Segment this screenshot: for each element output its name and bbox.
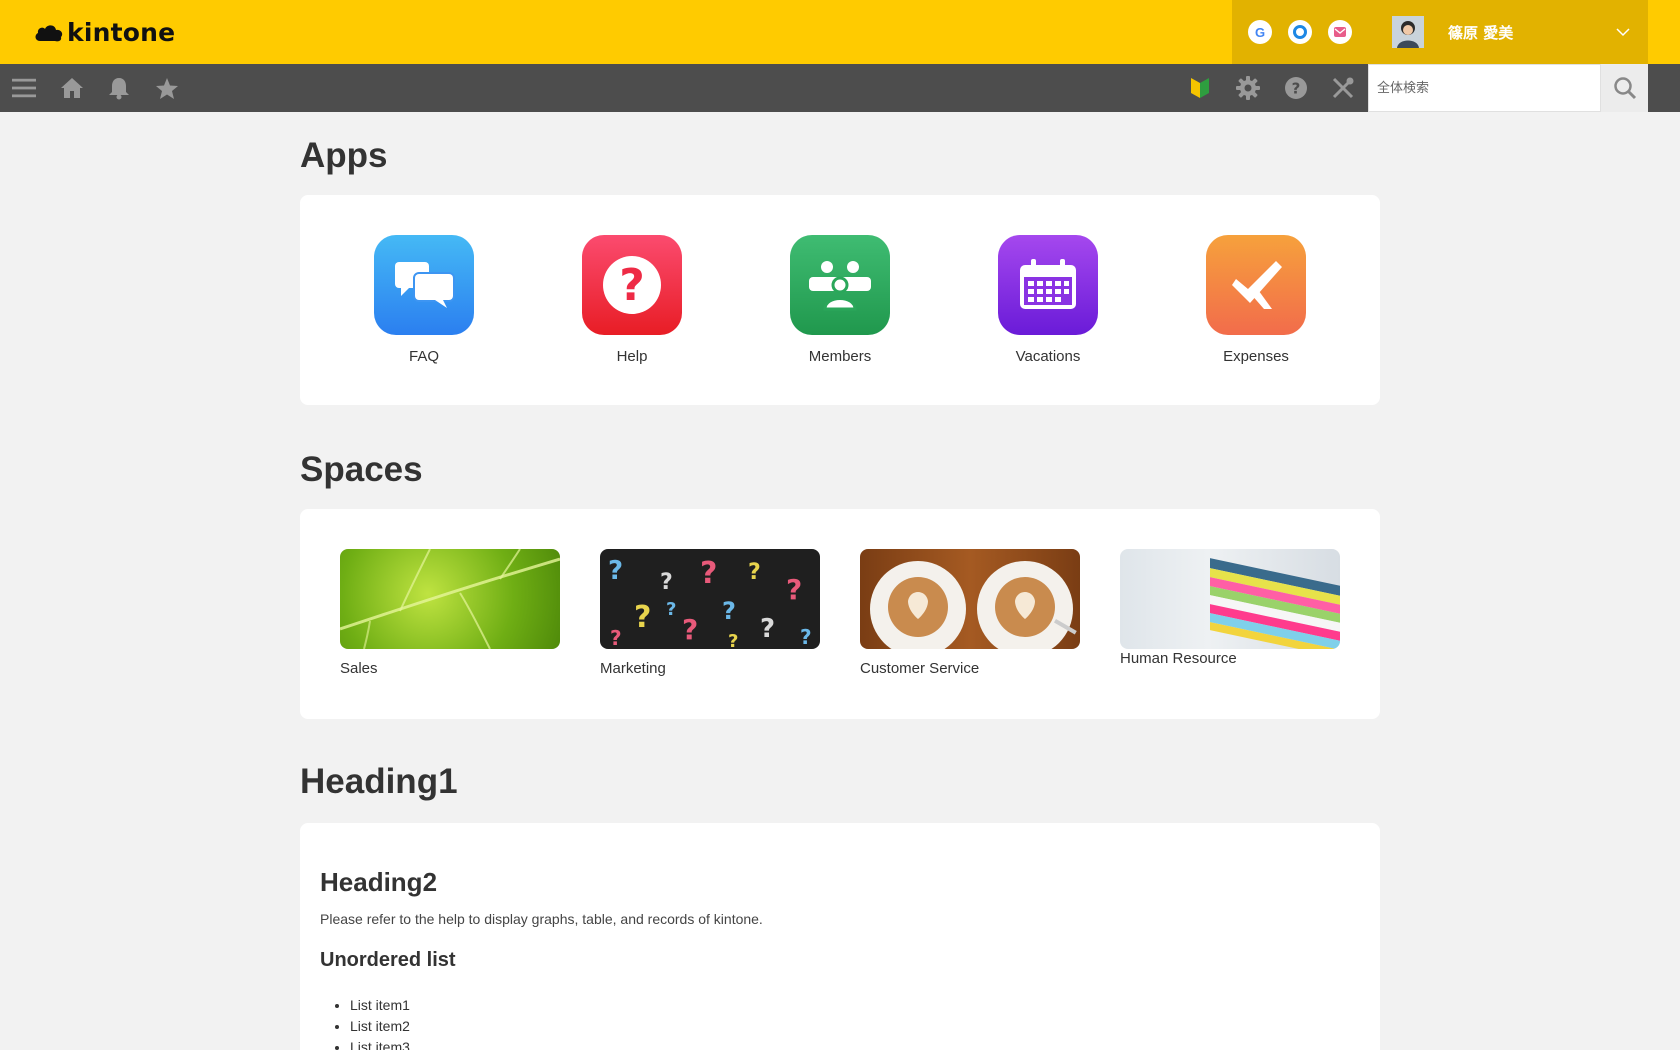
google-icon[interactable]: G bbox=[1248, 20, 1272, 44]
space-tile-human-resource[interactable]: Human Resource bbox=[1120, 549, 1340, 667]
space-tile-customer-service[interactable]: Customer Service bbox=[860, 549, 1080, 677]
user-name: 篠原 愛美 bbox=[1448, 23, 1514, 42]
space-cover-image bbox=[1120, 549, 1340, 649]
plane-icon bbox=[1206, 235, 1306, 335]
search-icon bbox=[1613, 77, 1636, 100]
svg-text:?: ? bbox=[619, 260, 645, 311]
chevron-down-icon[interactable] bbox=[1616, 24, 1630, 42]
list-item: List item1 bbox=[350, 995, 410, 1016]
star-icon[interactable] bbox=[155, 76, 179, 100]
heading1: Heading1 bbox=[300, 762, 458, 801]
calendar-icon bbox=[998, 235, 1098, 335]
svg-text:?: ? bbox=[786, 573, 802, 606]
space-label: Sales bbox=[340, 660, 378, 677]
svg-text:?: ? bbox=[800, 625, 812, 649]
spaces-title: Spaces bbox=[300, 450, 423, 489]
beginner-mark-icon[interactable] bbox=[1188, 76, 1212, 100]
space-label: Customer Service bbox=[860, 660, 980, 677]
apps-card: FAQ ? Help Members Vacations Expenses bbox=[300, 195, 1380, 405]
notification-area: G bbox=[1232, 0, 1368, 64]
heading3: Unordered list bbox=[320, 949, 456, 971]
apps-title: Apps bbox=[300, 136, 388, 175]
content-card: Heading2 Please refer to the help to dis… bbox=[300, 823, 1380, 1050]
unordered-list: List item1 List item2 List item3 bbox=[350, 995, 410, 1050]
gear-icon[interactable] bbox=[1236, 76, 1260, 100]
svg-text:?: ? bbox=[666, 599, 676, 620]
svg-text:?: ? bbox=[722, 597, 736, 625]
chat-bubbles-icon bbox=[374, 235, 474, 335]
svg-text:?: ? bbox=[760, 614, 775, 644]
search-button[interactable] bbox=[1601, 64, 1648, 112]
svg-text:?: ? bbox=[700, 556, 717, 591]
app-tile-members[interactable]: Members bbox=[790, 235, 890, 365]
brand-name: kintone bbox=[67, 18, 176, 47]
search-input[interactable] bbox=[1369, 65, 1600, 111]
app-tile-faq[interactable]: FAQ bbox=[374, 235, 474, 365]
app-label: Vacations bbox=[1015, 348, 1081, 365]
mail-icon[interactable] bbox=[1328, 20, 1352, 44]
app-tile-help[interactable]: ? Help bbox=[582, 235, 682, 365]
kintone-logo[interactable]: kintone bbox=[34, 18, 175, 47]
help-icon[interactable]: ? bbox=[1284, 76, 1308, 100]
menu-icon[interactable] bbox=[12, 76, 36, 100]
space-label: Marketing bbox=[600, 660, 666, 677]
spaces-card: Sales ? ? ? ? ? ? ? ? ? ? ? ? ? Marketin… bbox=[300, 509, 1380, 719]
svg-text:?: ? bbox=[660, 570, 673, 595]
cloud-logo-icon bbox=[34, 21, 64, 45]
user-menu[interactable]: 篠原 愛美 bbox=[1368, 0, 1648, 64]
svg-text:?: ? bbox=[728, 631, 738, 649]
svg-text:?: ? bbox=[634, 600, 651, 635]
svg-text:?: ? bbox=[610, 626, 622, 649]
home-icon[interactable] bbox=[60, 76, 84, 100]
app-label: Expenses bbox=[1223, 348, 1289, 365]
svg-text:?: ? bbox=[748, 560, 761, 585]
space-cover-image: ? ? ? ? ? ? ? ? ? ? ? ? ? bbox=[600, 549, 820, 649]
tools-icon[interactable] bbox=[1331, 76, 1355, 100]
global-search bbox=[1368, 64, 1601, 112]
app-tile-expenses[interactable]: Expenses bbox=[1206, 235, 1306, 365]
space-cover-image bbox=[340, 549, 560, 649]
paragraph: Please refer to the help to display grap… bbox=[320, 911, 763, 927]
bell-icon[interactable] bbox=[107, 76, 131, 100]
heading2: Heading2 bbox=[320, 867, 438, 897]
app-label: FAQ bbox=[408, 348, 439, 365]
avatar bbox=[1392, 16, 1424, 48]
svg-text:?: ? bbox=[682, 613, 698, 646]
space-tile-marketing[interactable]: ? ? ? ? ? ? ? ? ? ? ? ? ? Marketing bbox=[600, 549, 820, 677]
circle-app-icon[interactable] bbox=[1288, 20, 1312, 44]
space-tile-sales[interactable]: Sales bbox=[340, 549, 560, 677]
list-item: List item3 bbox=[350, 1037, 410, 1050]
space-cover-image bbox=[860, 549, 1080, 649]
app-label: Help bbox=[616, 348, 648, 365]
svg-text:?: ? bbox=[608, 556, 623, 586]
svg-text:?: ? bbox=[1292, 80, 1301, 98]
list-item: List item2 bbox=[350, 1016, 410, 1037]
people-icon bbox=[790, 235, 890, 335]
app-label: Members bbox=[808, 348, 872, 365]
app-tile-vacations[interactable]: Vacations bbox=[998, 235, 1098, 365]
space-label: Human Resource bbox=[1120, 650, 1237, 667]
top-header: kintone G 篠原 愛美 bbox=[0, 0, 1680, 64]
question-icon: ? bbox=[582, 235, 682, 335]
